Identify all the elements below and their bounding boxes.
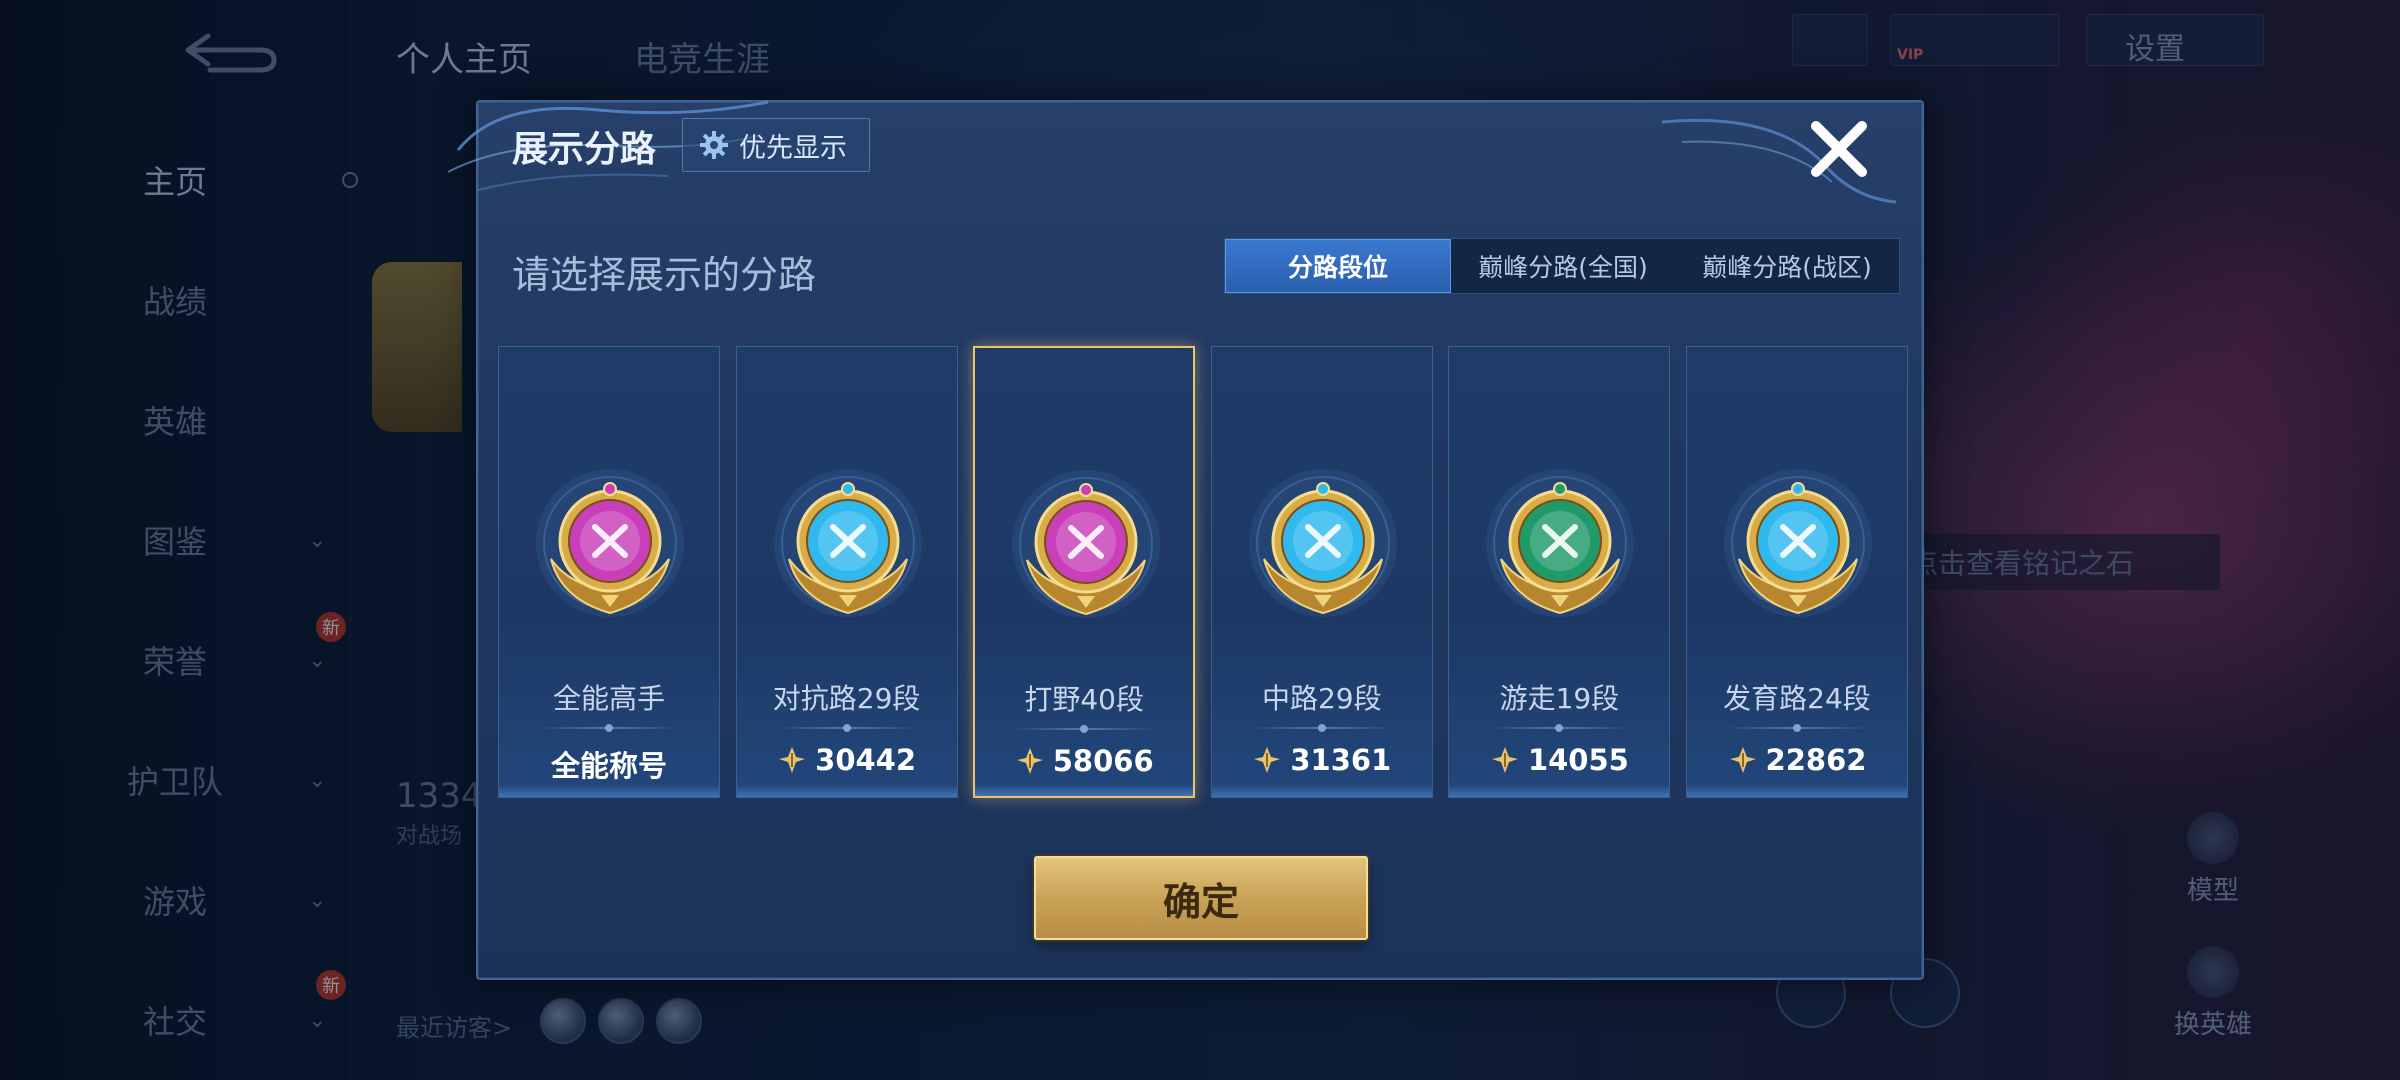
lane-card-name: 中路29段 [1261,682,1382,715]
lane-card[interactable]: 发育路24段 22862 [1686,346,1908,798]
lane-card-value-text: 30442 [815,743,917,777]
lane-card-glow [1449,785,1670,797]
gear-icon [700,131,728,159]
combat-power-icon [1016,748,1043,774]
lane-card-name: 游走19段 [1499,682,1620,715]
close-icon[interactable] [1806,116,1872,182]
tab-lane-rank[interactable]: 分路段位 [1225,239,1451,293]
lane-card-value-text: 14055 [1527,743,1629,777]
lane-card-value: 31361 [1212,743,1432,777]
lane-card-name: 打野40段 [1024,683,1144,716]
lane-card-value-text: 58066 [1052,744,1154,778]
lane-card-glow [1211,785,1432,797]
combat-power-icon [1729,747,1756,773]
priority-display-label: 优先显示 [739,132,847,164]
lane-card-glow [975,784,1194,796]
allround-emblem-icon [536,469,684,617]
lane-card-glow [499,785,719,797]
tab-peak-lane-region[interactable]: 巅峰分路(战区) [1675,239,1899,293]
confirm-button[interactable]: 确定 [1034,856,1368,940]
lane-card[interactable]: 游走19段 14055 [1448,346,1671,798]
lane-card-divider [1249,724,1394,732]
farm-lane-emblem-icon [1724,469,1872,617]
lane-card-value-text: 22862 [1765,743,1867,777]
lane-card[interactable]: 中路29段 31361 [1210,346,1433,798]
lane-card-value: 22862 [1687,743,1907,777]
combat-power-icon [1491,747,1518,773]
lane-card-value-text: 全能称号 [550,749,667,783]
lane-card-value-text: 31361 [1290,743,1392,777]
lane-card-divider [537,724,681,732]
lane-card-divider [1725,724,1869,732]
tab-peak-lane-national[interactable]: 巅峰分路(全国) [1451,239,1675,293]
lane-card-value: 30442 [737,743,957,777]
roam-emblem-icon [1486,469,1635,617]
lane-card-divider [1013,725,1156,733]
clash-lane-emblem-icon [773,469,922,617]
priority-display-button[interactable]: 优先显示 [682,118,870,172]
combat-power-icon [779,747,806,773]
lane-card-value: 58066 [975,744,1193,778]
jungle-emblem-icon [1012,470,1161,618]
lane-card-value: 全能称号 [499,743,719,785]
combat-power-icon [1254,747,1281,773]
lane-card-name: 发育路24段 [1723,682,1871,715]
lane-card-divider [1487,724,1632,732]
lane-display-modal: 展示分路 优先显示 请选择展示的分路 分路段位 巅峰分路(全国) 巅峰分路(战区… [447,100,1924,980]
lane-card-list: 全能高手 全能称号 对抗路29段 30442 打野40段 58066 中路29段 31361 游… [498,346,1908,800]
lane-category-tabs: 分路段位 巅峰分路(全国) 巅峰分路(战区) [1224,238,1900,294]
select-lane-heading: 请选择展示的分路 [512,253,817,297]
modal-title: 展示分路 [512,129,657,170]
lane-card-value: 14055 [1449,743,1669,777]
lane-card[interactable]: 打野40段 58066 [973,346,1196,798]
lane-card[interactable]: 对抗路29段 30442 [735,346,958,798]
mid-lane-emblem-icon [1248,469,1397,617]
lane-card-name: 对抗路29段 [772,682,921,715]
lane-card-name: 全能高手 [552,682,665,715]
lane-card-glow [1687,785,1907,797]
lane-card-glow [736,785,957,797]
lane-card[interactable]: 全能高手 全能称号 [498,346,720,798]
lane-card-divider [774,724,919,732]
